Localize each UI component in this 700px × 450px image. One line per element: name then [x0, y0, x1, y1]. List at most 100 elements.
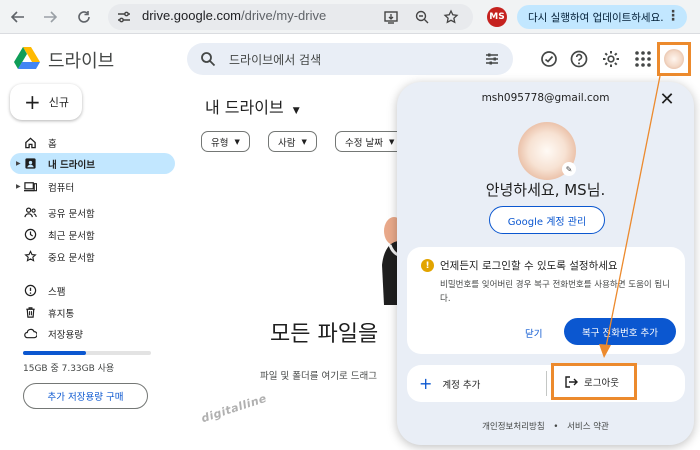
empty-state-title: 모든 파일을 [270, 322, 379, 347]
drive-window: drive.google.com/drive/my-drive MS 다시 실행… [0, 0, 700, 450]
home-icon [25, 137, 36, 149]
recovery-card-description: 비밀번호를 잊어버린 경우 복구 전화번호를 사용하면 도움이 됩니다. [440, 280, 671, 304]
manage-account-button[interactable]: Google 계정 관리 [489, 206, 605, 234]
footer-separator: • [553, 422, 559, 432]
logout-label: 로그아웃 [584, 377, 619, 389]
add-recovery-phone-button[interactable]: 복구 전화번호 추가 [564, 318, 676, 345]
filter-type-chip[interactable]: 유형 ▼ [201, 131, 250, 152]
filter-people-chip[interactable]: 사람 ▼ [268, 131, 317, 152]
plus-icon: + [419, 374, 433, 393]
account-email: msh095778@gmail.com [481, 92, 610, 104]
sidebar-item-label: 공유 문서함 [48, 208, 95, 220]
privacy-policy-link[interactable]: 개인정보처리방침 [482, 422, 545, 432]
trash-icon [26, 307, 35, 318]
account-avatar-button[interactable] [657, 42, 691, 76]
plus-icon: + [24, 90, 41, 114]
chip-label: 사람 [278, 137, 296, 149]
cloud-icon [24, 328, 37, 339]
terms-of-service-link[interactable]: 서비스 약관 [567, 422, 609, 432]
url-path: /drive/my-drive [241, 8, 327, 23]
sidebar-item-computers[interactable]: ▶ 컴퓨터 [10, 176, 175, 197]
sidebar-item-label: 스팸 [48, 286, 66, 298]
spam-icon [24, 284, 37, 297]
update-label: 다시 실행하여 업데이트하세요. [528, 11, 664, 24]
empty-state-subtitle: 파일 및 폴더를 여기로 드래그 [260, 371, 377, 382]
expand-caret-icon[interactable]: ▶ [16, 183, 21, 190]
search-options-icon[interactable] [484, 51, 500, 67]
popup-footer: 개인정보처리방침 • 서비스 약관 [397, 420, 694, 432]
add-account-button[interactable]: + 계정 추가 [419, 365, 480, 402]
sidebar-item-storage[interactable]: 저장용량 [10, 323, 175, 344]
new-button[interactable]: + 신규 [10, 84, 82, 120]
apps-grid-icon[interactable] [633, 49, 653, 69]
sidebar-item-shared[interactable]: 공유 문서함 [10, 202, 175, 223]
dismiss-link[interactable]: 닫기 [525, 326, 542, 340]
more-vert-icon[interactable]: ⋮ [666, 8, 680, 24]
url-host: drive.google.com [142, 8, 241, 23]
sidebar-item-label: 최근 문서함 [48, 230, 95, 242]
storage-usage-text: 15GB 중 7.33GB 사용 [23, 364, 115, 374]
sidebar-item-home[interactable]: 홈 [10, 132, 175, 153]
sidebar-item-my-drive[interactable]: ▶ 내 드라이브 [10, 153, 175, 174]
chevron-down-icon: ▼ [234, 137, 240, 146]
chevron-down-icon: ▼ [301, 137, 307, 146]
sidebar-item-trash[interactable]: 휴지통 [10, 302, 175, 323]
close-icon[interactable]: ✕ [655, 87, 679, 111]
star-icon [24, 250, 37, 262]
sidebar-item-label: 휴지통 [48, 308, 75, 320]
sidebar-item-label: 저장용량 [48, 329, 83, 341]
bookmark-star-icon[interactable] [443, 9, 459, 25]
help-icon[interactable] [569, 49, 589, 69]
logout-icon [565, 375, 578, 388]
sidebar-item-label: 중요 문서함 [48, 252, 95, 264]
reload-icon[interactable] [72, 5, 96, 29]
back-arrow-icon[interactable] [6, 5, 30, 29]
greeting-text: 안녕하세요, MS님. [485, 181, 606, 199]
browser-profile-avatar[interactable]: MS [487, 7, 507, 27]
sidebar-item-label: 내 드라이브 [48, 159, 96, 171]
account-avatar [664, 49, 684, 69]
logout-button[interactable]: 로그아웃 [551, 363, 637, 400]
storage-progress-fill [23, 351, 86, 355]
search-icon[interactable] [200, 51, 216, 67]
divider [546, 371, 547, 396]
computer-icon [24, 182, 37, 192]
browser-toolbar: drive.google.com/drive/my-drive MS 다시 실행… [0, 0, 700, 34]
update-button[interactable]: 다시 실행하여 업데이트하세요. ⋮ [517, 5, 687, 29]
empty-state-illustration [382, 217, 400, 305]
chevron-down-icon: ▼ [292, 106, 300, 116]
sidebar-item-starred[interactable]: 중요 문서함 [10, 246, 175, 267]
shared-icon [24, 207, 37, 218]
add-account-label: 계정 추가 [442, 379, 481, 391]
sidebar-item-label: 홈 [48, 138, 57, 150]
sidebar-item-label: 컴퓨터 [48, 182, 75, 194]
expand-caret-icon[interactable]: ▶ [16, 160, 21, 167]
install-app-icon[interactable] [383, 9, 399, 25]
zoom-icon[interactable] [414, 9, 430, 25]
page-title-text: 내 드라이브 [205, 98, 284, 117]
site-settings-icon[interactable] [116, 9, 132, 25]
drive-logo-icon[interactable] [14, 46, 40, 70]
offline-ready-icon[interactable] [539, 49, 559, 69]
app-title: 드라이브 [48, 51, 115, 72]
storage-progress-bar [23, 351, 151, 355]
new-button-label: 신규 [48, 96, 70, 109]
sidebar-item-spam[interactable]: 스팸 [10, 280, 175, 301]
buy-storage-button[interactable]: 추가 저장용량 구매 [23, 383, 148, 409]
settings-icon[interactable] [601, 49, 621, 69]
edit-photo-icon[interactable]: ✎ [562, 162, 576, 176]
recent-icon [24, 228, 37, 241]
watermark-text: digitalline [199, 391, 269, 426]
warning-icon: ! [421, 259, 434, 272]
url-text: drive.google.com/drive/my-drive [142, 8, 326, 23]
search-input[interactable]: 드라이브에서 검색 [187, 43, 513, 75]
address-bar[interactable]: drive.google.com/drive/my-drive [108, 4, 473, 30]
account-popup: msh095778@gmail.com ✕ ✎ 안녕하세요, MS님. Goog… [397, 82, 694, 445]
page-title[interactable]: 내 드라이브 ▼ [205, 94, 300, 118]
chevron-down-icon: ▼ [388, 137, 395, 146]
recovery-card-title: 언제든지 로그인할 수 있도록 설정하세요 [440, 260, 618, 272]
sidebar-item-recent[interactable]: 최근 문서함 [10, 224, 175, 245]
filter-modified-chip[interactable]: 수정 날짜 ▼ [335, 131, 405, 152]
forward-arrow-icon[interactable] [38, 5, 62, 29]
account-actions: + 계정 추가 로그아웃 [407, 363, 685, 402]
